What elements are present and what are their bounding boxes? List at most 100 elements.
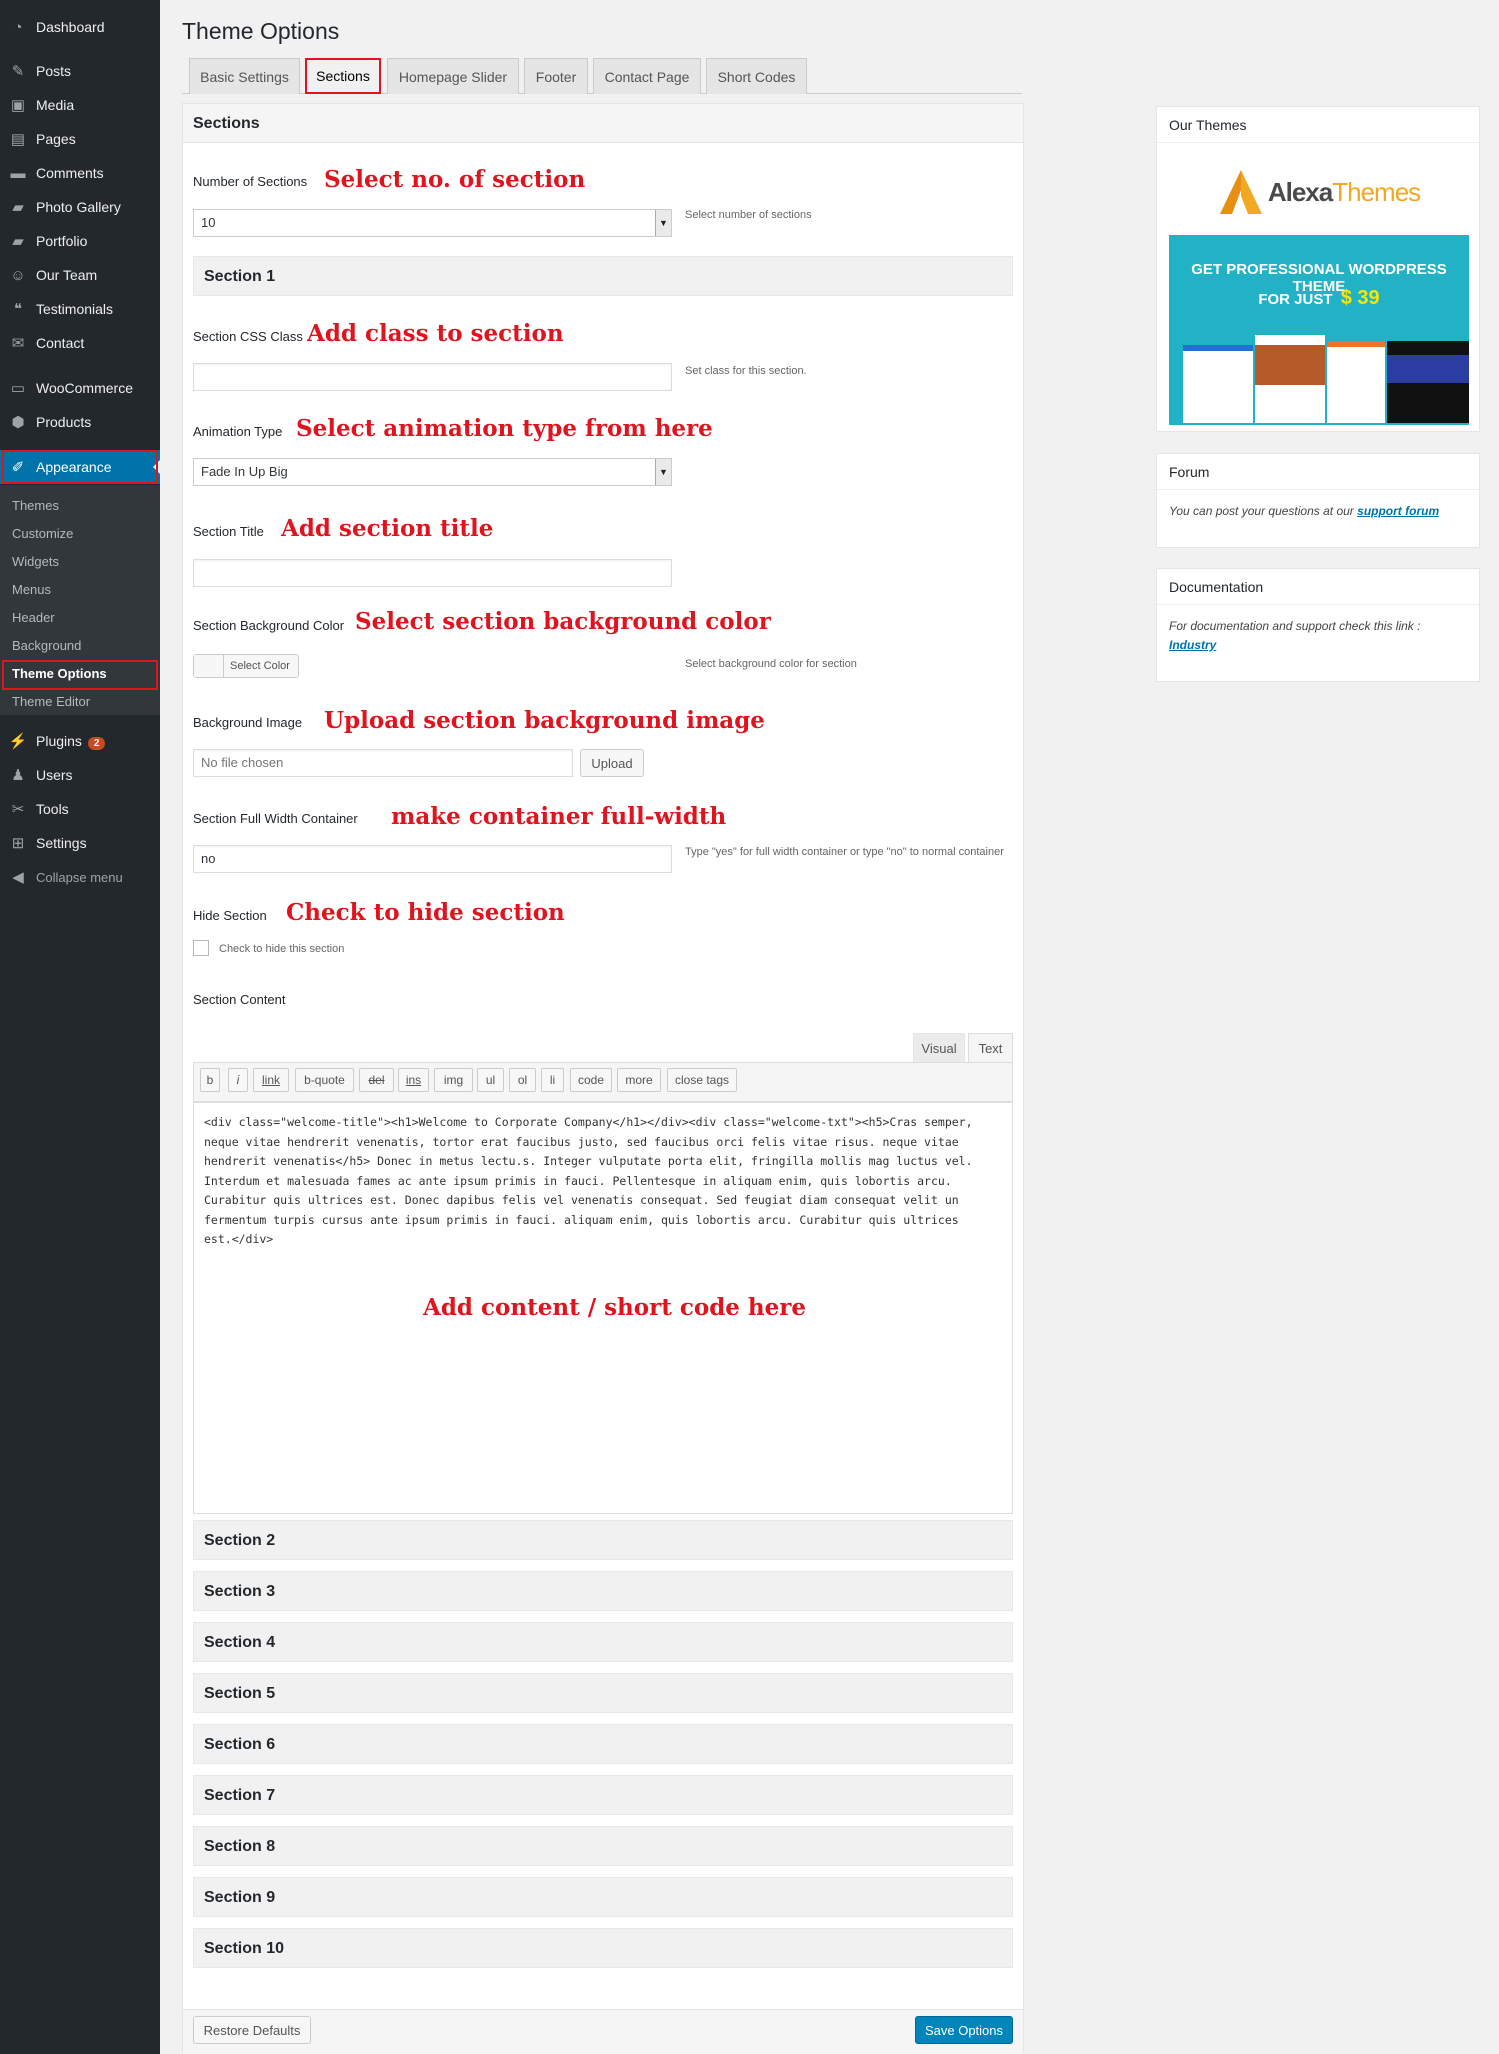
- submenu-themes[interactable]: Themes: [12, 498, 59, 513]
- section-2-header[interactable]: Section 2: [193, 1520, 1013, 1560]
- section-8-header[interactable]: Section 8: [193, 1826, 1013, 1866]
- quicktag-code[interactable]: code: [570, 1068, 612, 1092]
- num-sections-select[interactable]: 10 ▼: [193, 209, 672, 237]
- highlight-theme-options: [2, 660, 158, 690]
- menu-products[interactable]: ⬢ Products: [0, 405, 160, 439]
- quicktag-link[interactable]: link: [253, 1068, 289, 1092]
- documentation-title: Documentation: [1157, 569, 1479, 605]
- quicktag-ins[interactable]: ins: [398, 1068, 429, 1092]
- our-themes-title: Our Themes: [1157, 107, 1479, 143]
- menu-portfolio[interactable]: ▰ Portfolio: [0, 224, 160, 258]
- menu-posts[interactable]: ✎ Posts: [0, 54, 160, 88]
- save-options-button[interactable]: Save Options: [915, 2016, 1013, 2044]
- theme-ad-banner[interactable]: GET PROFESSIONAL WORDPRESS THEME FOR JUS…: [1169, 235, 1469, 425]
- annotation-content: Add content / short code here: [423, 1294, 807, 1321]
- quicktag-ol[interactable]: ol: [509, 1068, 536, 1092]
- tab-short-codes[interactable]: Short Codes: [706, 58, 807, 94]
- quicktag-del[interactable]: del: [359, 1068, 394, 1092]
- screenshot-thumb-2: [1255, 335, 1325, 423]
- menu-users[interactable]: ♟ Users: [0, 758, 160, 792]
- tab-sections[interactable]: Sections: [305, 58, 381, 94]
- folder-icon: ▰: [12, 199, 24, 216]
- wrench-icon: ✂: [11, 801, 25, 818]
- annotation-num-sections: Select no. of section: [324, 166, 586, 193]
- quicktag-bquote[interactable]: b-quote: [295, 1068, 354, 1092]
- submenu-customize[interactable]: Customize: [12, 526, 73, 541]
- support-forum-link[interactable]: support forum: [1357, 504, 1439, 518]
- section-10-header[interactable]: Section 10: [193, 1928, 1013, 1968]
- submenu-theme-editor[interactable]: Theme Editor: [12, 694, 90, 709]
- quicktag-ul[interactable]: ul: [477, 1068, 504, 1092]
- submenu-widgets[interactable]: Widgets: [12, 554, 59, 569]
- quicktag-li[interactable]: li: [541, 1068, 564, 1092]
- menu-media[interactable]: ▣ Media: [0, 88, 160, 122]
- team-icon: ☺: [10, 266, 26, 284]
- submenu-menus[interactable]: Menus: [12, 582, 51, 597]
- bg-color-desc: Select background color for section: [685, 658, 857, 670]
- pin-icon: ✎: [11, 63, 25, 80]
- menu-our-team[interactable]: ☺ Our Team: [0, 258, 160, 292]
- css-class-label: Section CSS Class: [193, 329, 303, 344]
- menu-tools[interactable]: ✂ Tools: [0, 792, 160, 826]
- section-3-header[interactable]: Section 3: [193, 1571, 1013, 1611]
- animation-select[interactable]: Fade In Up Big ▼: [193, 458, 672, 486]
- tab-footer[interactable]: Footer: [524, 58, 588, 94]
- screenshot-thumb-4: [1387, 341, 1469, 423]
- forum-title: Forum: [1157, 454, 1479, 490]
- menu-dashboard[interactable]: ◔ Dashboard: [0, 10, 160, 44]
- annotation-animation: Select animation type from here: [296, 415, 713, 442]
- bg-image-file-input[interactable]: No file chosen: [193, 749, 573, 777]
- tab-homepage-slider[interactable]: Homepage Slider: [387, 58, 519, 94]
- documentation-box: Documentation For documentation and supp…: [1156, 568, 1480, 682]
- folder-icon: ▰: [12, 233, 24, 250]
- quicktag-img[interactable]: img: [434, 1068, 473, 1092]
- screenshot-thumb-3: [1327, 341, 1385, 423]
- quicktag-close-tags[interactable]: close tags: [667, 1068, 737, 1092]
- quicktag-more[interactable]: more: [617, 1068, 661, 1092]
- editor-tab-text[interactable]: Text: [968, 1033, 1013, 1063]
- forum-box: Forum You can post your questions at our…: [1156, 453, 1480, 548]
- menu-plugins[interactable]: ⚡ Plugins 2: [0, 724, 160, 758]
- upload-button[interactable]: Upload: [580, 749, 644, 777]
- annotation-bg-color: Select section background color: [355, 608, 771, 635]
- alexathemes-logo: Alexa Themes: [1169, 157, 1469, 227]
- section-4-header[interactable]: Section 4: [193, 1622, 1013, 1662]
- submenu-header[interactable]: Header: [12, 610, 55, 625]
- editor-tab-visual[interactable]: Visual: [913, 1033, 965, 1063]
- select-color-button[interactable]: Select Color: [193, 654, 299, 678]
- menu-comments[interactable]: ▬ Comments: [0, 156, 160, 190]
- menu-contact[interactable]: ✉ Contact: [0, 326, 160, 360]
- section-1-header[interactable]: Section 1: [193, 256, 1013, 296]
- section-title-input[interactable]: [193, 559, 672, 587]
- menu-pages[interactable]: ▤ Pages: [0, 122, 160, 156]
- comment-icon: ▬: [10, 164, 26, 182]
- section-5-header[interactable]: Section 5: [193, 1673, 1013, 1713]
- full-width-input[interactable]: no: [193, 845, 672, 873]
- menu-collapse[interactable]: ◀ Collapse menu: [0, 860, 160, 894]
- tab-basic-settings[interactable]: Basic Settings: [189, 58, 300, 94]
- menu-settings[interactable]: ⊞ Settings: [0, 826, 160, 860]
- css-class-input[interactable]: [193, 363, 672, 391]
- section-7-header[interactable]: Section 7: [193, 1775, 1013, 1815]
- annotation-hide: Check to hide section: [286, 899, 565, 926]
- submenu-background[interactable]: Background: [12, 638, 81, 653]
- industry-link[interactable]: Industry: [1169, 638, 1216, 652]
- chevron-down-icon: ▼: [655, 459, 671, 485]
- quicktag-bold[interactable]: b: [200, 1068, 220, 1092]
- options-tabs: Basic Settings Sections Homepage Slider …: [182, 58, 1022, 94]
- section-title-label: Section Title: [193, 524, 264, 539]
- menu-woocommerce[interactable]: ▭ WooCommerce: [0, 371, 160, 405]
- menu-testimonials[interactable]: ❝ Testimonials: [0, 292, 160, 326]
- quicktag-italic[interactable]: i: [228, 1068, 248, 1092]
- restore-defaults-button[interactable]: Restore Defaults: [193, 2016, 311, 2044]
- hide-section-checkbox[interactable]: [193, 940, 209, 956]
- settings-icon: ⊞: [11, 835, 25, 852]
- section-6-header[interactable]: Section 6: [193, 1724, 1013, 1764]
- tab-contact-page[interactable]: Contact Page: [593, 58, 701, 94]
- full-width-desc: Type "yes" for full width container or t…: [685, 846, 1004, 858]
- section-9-header[interactable]: Section 9: [193, 1877, 1013, 1917]
- box-icon: ⬢: [11, 414, 25, 431]
- update-count-badge: 2: [87, 736, 106, 750]
- menu-photo-gallery[interactable]: ▰ Photo Gallery: [0, 190, 160, 224]
- woo-icon: ▭: [10, 380, 26, 397]
